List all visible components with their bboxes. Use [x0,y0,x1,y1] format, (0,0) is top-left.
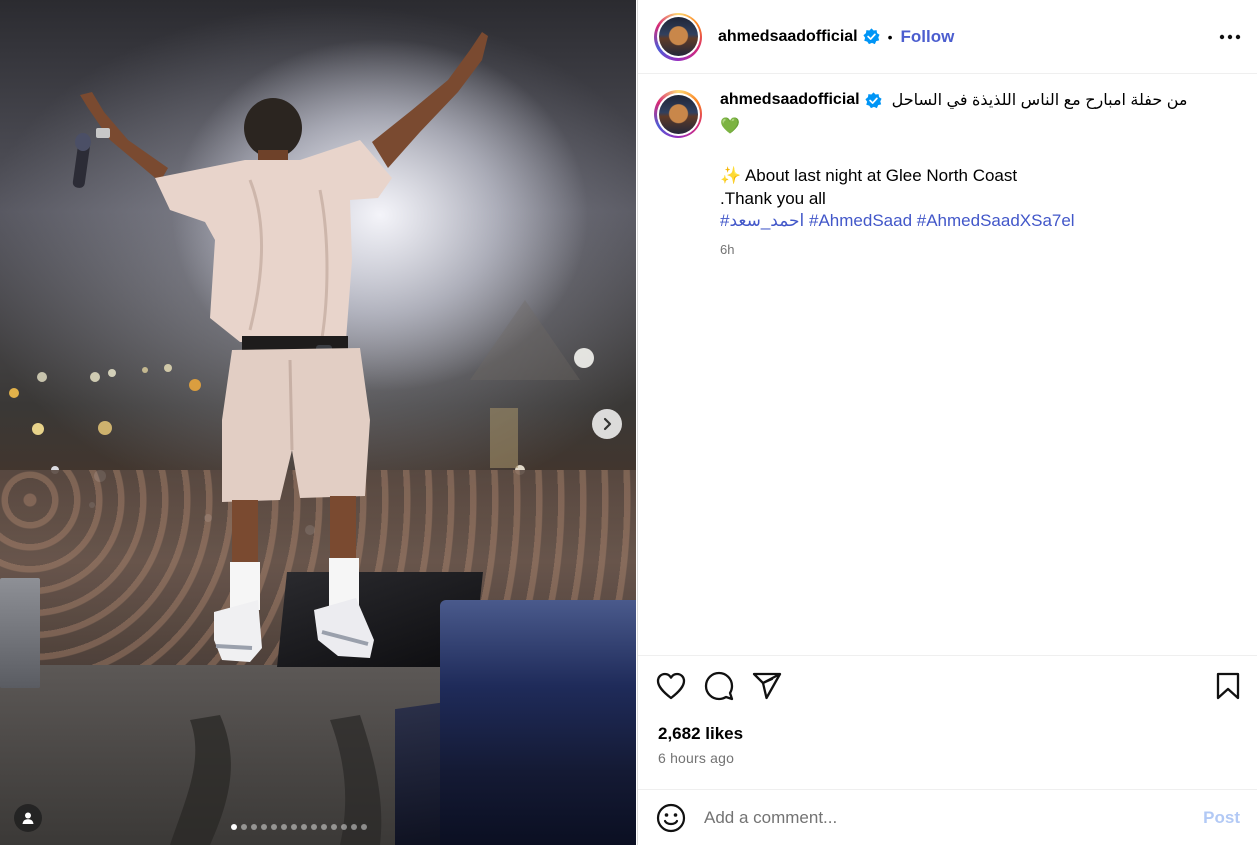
share-button[interactable] [752,671,782,701]
caption-line-2: .Thank you all [720,189,826,208]
carousel-dot [331,824,337,830]
caption-hashtags[interactable]: #احمد_سعد #AhmedSaad #AhmedSaadXSa7el [720,210,1244,232]
carousel-dot [251,824,257,830]
likes-count[interactable]: 2,682 likes [658,724,743,744]
carousel-dot [281,824,287,830]
carousel-dot [361,824,367,830]
post-media[interactable] [0,0,636,845]
post-details-panel: ahmedsaadofficial • Follow ahmedsaadoffi… [637,0,1257,845]
heart-icon [656,672,686,699]
carousel-dot [301,824,307,830]
avatar-image [658,17,698,56]
post-caption: ahmedsaadofficial من حفلة امبارح مع النا… [654,90,1244,257]
caption-author-avatar[interactable] [654,90,702,138]
post-header: ahmedsaadofficial • Follow [638,0,1257,74]
save-button[interactable] [1216,672,1240,700]
carousel-dot [311,824,317,830]
like-button[interactable] [656,672,686,700]
caption-author-username[interactable]: ahmedsaadofficial [720,91,860,109]
carousel-dot [241,824,247,830]
comment-icon [704,671,734,700]
comment-button[interactable] [704,671,734,701]
carousel-dot [341,824,347,830]
next-image-button[interactable] [592,409,622,439]
performer-figure [72,32,488,845]
carousel-indicator [231,824,367,830]
carousel-dot [261,824,267,830]
user-tags-button[interactable] [14,804,42,832]
more-options-button[interactable] [1219,34,1241,40]
comment-bar: Post [638,789,1257,845]
comment-input[interactable] [704,807,1204,828]
carousel-dot [321,824,327,830]
follow-button[interactable]: Follow [901,27,955,47]
avatar-frame [656,92,700,136]
avatar-frame [656,15,700,58]
author-avatar[interactable] [654,12,702,61]
post-time-ago[interactable]: 6 hours ago [658,750,734,766]
share-icon [752,672,782,699]
user-tag-icon [22,812,34,824]
verified-badge-icon [865,91,882,109]
avatar-image [658,94,698,134]
carousel-dot [351,824,357,830]
emoji-icon [656,803,686,832]
caption-line-1: ✨ About last night at Glee North Coast [720,166,1018,185]
caption-arabic-text: من حفلة امبارح مع الناس اللذيذة في الساح… [891,92,1188,109]
header-separator: • [887,28,893,45]
bookmark-icon [1216,672,1240,699]
carousel-dot [291,824,297,830]
verified-badge-icon [863,28,880,45]
author-username[interactable]: ahmedsaadofficial [718,28,858,46]
caption-timestamp[interactable]: 6h [720,242,1244,257]
carousel-dot [271,824,277,830]
post-actions-bar [638,655,1257,715]
emoji-picker-button[interactable] [656,803,686,833]
green-heart-emoji: 💚 [720,118,740,135]
more-options-icon [1219,34,1241,39]
chevron-right-icon [603,417,612,431]
post-comment-button[interactable]: Post [1203,808,1240,828]
carousel-dot [231,824,237,830]
